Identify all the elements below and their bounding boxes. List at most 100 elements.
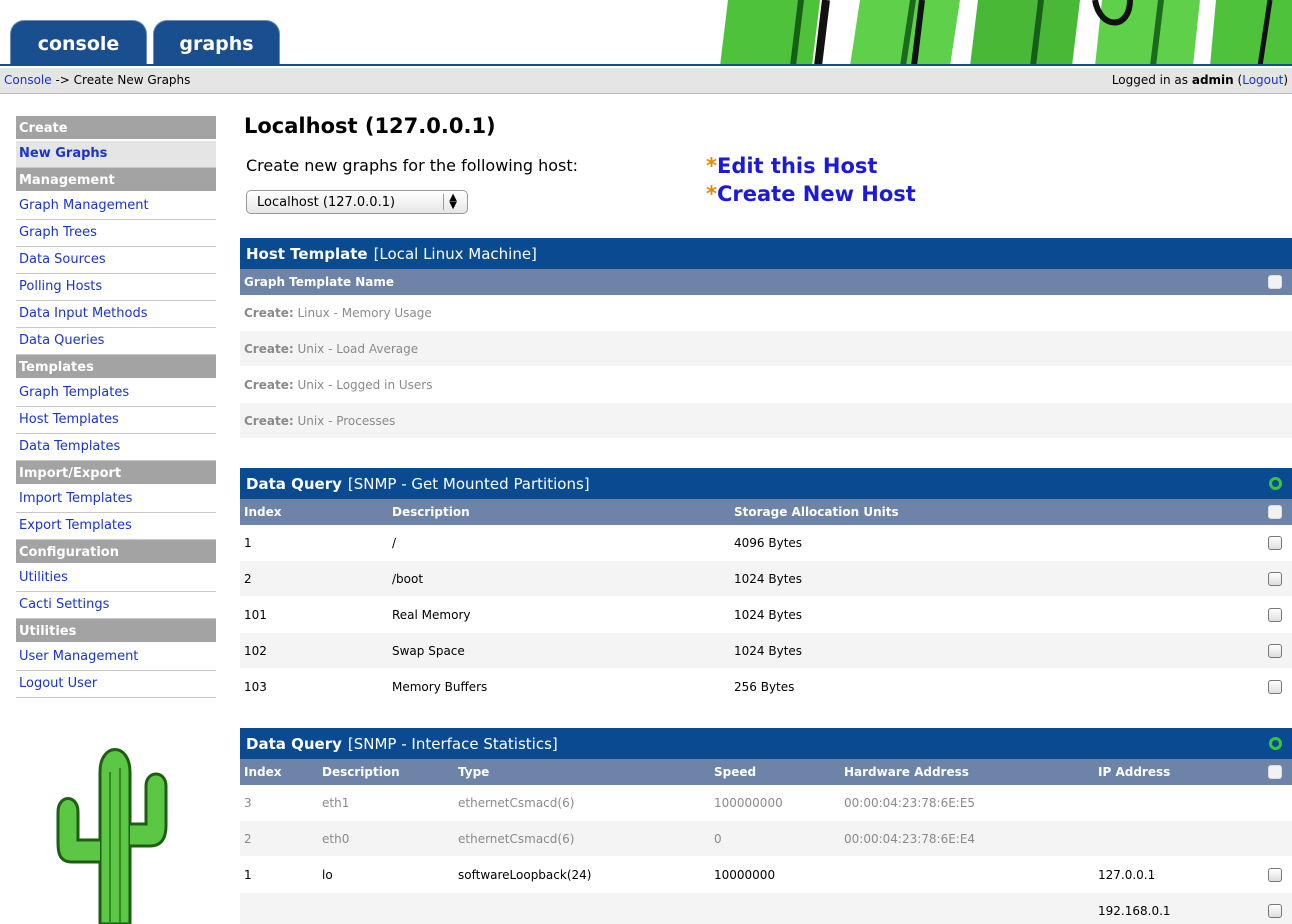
sidebar-item-data-input-methods[interactable]: Data Input Methods: [16, 301, 216, 328]
create-host-star: *: [706, 182, 717, 206]
create-label: Create:: [244, 306, 294, 320]
sidebar-head-configuration: Configuration: [16, 540, 216, 565]
graph-template-name: Unix - Processes: [293, 414, 396, 428]
dq-partitions-title: Data Query: [246, 474, 342, 493]
sidebar-head-utilities: Utilities: [16, 619, 216, 644]
cell-ip-address: 127.0.0.1: [1098, 868, 1156, 882]
table-row[interactable]: 192.168.0.1: [240, 893, 1292, 924]
cell-index: 103: [244, 680, 267, 694]
cell-type: ethernetCsmacd(6): [458, 796, 575, 810]
sidebar-item-import-templates[interactable]: Import Templates: [16, 486, 216, 513]
refresh-status-icon[interactable]: [1269, 737, 1282, 750]
table-row[interactable]: Create: Linux - Memory Usage: [240, 295, 1292, 331]
column-speed: Speed: [714, 765, 757, 779]
cell-index: 1: [244, 536, 252, 550]
row-checkbox[interactable]: [1268, 680, 1282, 694]
host-template-panel: Host Template [Local Linux Machine] Grap…: [240, 238, 1292, 439]
table-row[interactable]: 102 Swap Space 1024 Bytes: [240, 633, 1292, 669]
host-select[interactable]: Localhost (127.0.0.1) ▲ ▼: [246, 190, 468, 214]
cell-description: lo: [322, 868, 333, 882]
edit-host-star: *: [706, 154, 717, 178]
column-ip-address: IP Address: [1098, 765, 1171, 779]
table-row[interactable]: Create: Unix - Processes: [240, 403, 1292, 439]
sidebar-item-user-management[interactable]: User Management: [16, 644, 216, 671]
cell-index: 2: [244, 572, 252, 586]
column-description: Description: [322, 765, 400, 779]
sidebar-head-templates: Templates: [16, 355, 216, 380]
tab-graphs[interactable]: graphs: [153, 20, 280, 66]
table-row[interactable]: 1 / 4096 Bytes: [240, 525, 1292, 561]
select-all-checkbox[interactable]: [1268, 275, 1282, 289]
row-checkbox[interactable]: [1268, 904, 1282, 918]
select-arrows-icon: ▲ ▼: [443, 193, 457, 211]
row-checkbox[interactable]: [1268, 536, 1282, 550]
table-row[interactable]: 1 lo softwareLoopback(24) 10000000 127.0…: [240, 857, 1292, 893]
table-row: 3 eth1 ethernetCsmacd(6) 100000000 00:00…: [240, 785, 1292, 821]
sidebar-item-graph-trees[interactable]: Graph Trees: [16, 220, 216, 247]
sidebar-item-host-templates[interactable]: Host Templates: [16, 407, 216, 434]
dq-interfaces-column-header: Index Description Type Speed Hardware Ad…: [240, 759, 1292, 785]
column-storage-units: Storage Allocation Units: [734, 505, 899, 519]
table-row[interactable]: Create: Unix - Logged in Users: [240, 367, 1292, 403]
column-graph-template-name: Graph Template Name: [244, 275, 395, 289]
cell-storage-units: 1024 Bytes: [734, 644, 803, 658]
cell-hardware-address: 00:00:04:23:78:6E:E4: [844, 832, 976, 846]
row-checkbox[interactable]: [1268, 644, 1282, 658]
cell-index: 1: [244, 868, 252, 882]
sidebar-item-data-queries[interactable]: Data Queries: [16, 328, 216, 355]
select-all-checkbox[interactable]: [1268, 765, 1282, 779]
sidebar-item-export-templates[interactable]: Export Templates: [16, 513, 216, 540]
logout-link[interactable]: Logout: [1242, 73, 1283, 87]
host-template-header: Host Template [Local Linux Machine]: [240, 238, 1292, 269]
row-checkbox[interactable]: [1268, 572, 1282, 586]
cell-speed: 0: [714, 832, 722, 846]
host-links: *Edit this Host *Create New Host: [706, 152, 916, 208]
sidebar-item-logout-user[interactable]: Logout User: [16, 671, 216, 698]
sidebar-item-graph-templates[interactable]: Graph Templates: [16, 380, 216, 407]
dq-interfaces-title: Data Query: [246, 734, 342, 753]
create-label: Create:: [244, 342, 294, 356]
select-all-checkbox[interactable]: [1268, 505, 1282, 519]
dq-partitions-header: Data Query [SNMP - Get Mounted Partition…: [240, 468, 1292, 499]
create-label: Create:: [244, 378, 294, 392]
cell-type: ethernetCsmacd(6): [458, 832, 575, 846]
row-checkbox[interactable]: [1268, 868, 1282, 882]
column-hardware-address: Hardware Address: [844, 765, 969, 779]
tab-console[interactable]: console: [10, 20, 147, 66]
dq-interfaces-header: Data Query [SNMP - Interface Statistics]: [240, 728, 1292, 759]
column-index: Index: [244, 765, 282, 779]
cell-description: Real Memory: [392, 608, 471, 622]
sidebar-head-management: Management: [16, 168, 216, 193]
table-row[interactable]: 101 Real Memory 1024 Bytes: [240, 597, 1292, 633]
table-row[interactable]: Create: Unix - Load Average: [240, 331, 1292, 367]
table-row[interactable]: 103 Memory Buffers 256 Bytes: [240, 669, 1292, 705]
sidebar-item-cacti-settings[interactable]: Cacti Settings: [16, 592, 216, 619]
login-paren-open: (: [1233, 73, 1243, 87]
cell-description: eth0: [322, 832, 350, 846]
breadcrumb-arrow: ->: [51, 73, 74, 87]
cactus-logo: [56, 748, 168, 924]
breadcrumb-console-link[interactable]: Console: [4, 73, 52, 87]
sidebar-item-polling-hosts[interactable]: Polling Hosts: [16, 274, 216, 301]
sidebar-item-data-templates[interactable]: Data Templates: [16, 434, 216, 461]
table-row[interactable]: 2 /boot 1024 Bytes: [240, 561, 1292, 597]
sidebar-item-utilities[interactable]: Utilities: [16, 565, 216, 592]
sidebar-item-data-sources[interactable]: Data Sources: [16, 247, 216, 274]
create-label: Create:: [244, 414, 294, 428]
edit-host-link[interactable]: Edit this Host: [717, 154, 877, 178]
host-template-column-header: Graph Template Name: [240, 269, 1292, 295]
cell-index: 101: [244, 608, 267, 622]
host-template-subtitle: [Local Linux Machine]: [373, 244, 537, 263]
sidebar-item-new-graphs[interactable]: New Graphs: [16, 141, 216, 168]
sidebar-item-graph-management[interactable]: Graph Management: [16, 193, 216, 220]
column-index: Index: [244, 505, 282, 519]
refresh-status-icon[interactable]: [1269, 477, 1282, 490]
page-title: Localhost (127.0.0.1): [244, 114, 496, 138]
column-description: Description: [392, 505, 470, 519]
cell-storage-units: 4096 Bytes: [734, 536, 803, 550]
cell-index: 2: [244, 832, 252, 846]
row-checkbox[interactable]: [1268, 608, 1282, 622]
create-host-link[interactable]: Create New Host: [717, 182, 916, 206]
host-intro-text: Create new graphs for the following host…: [246, 156, 579, 175]
cell-ip-address: 192.168.0.1: [1098, 904, 1171, 918]
